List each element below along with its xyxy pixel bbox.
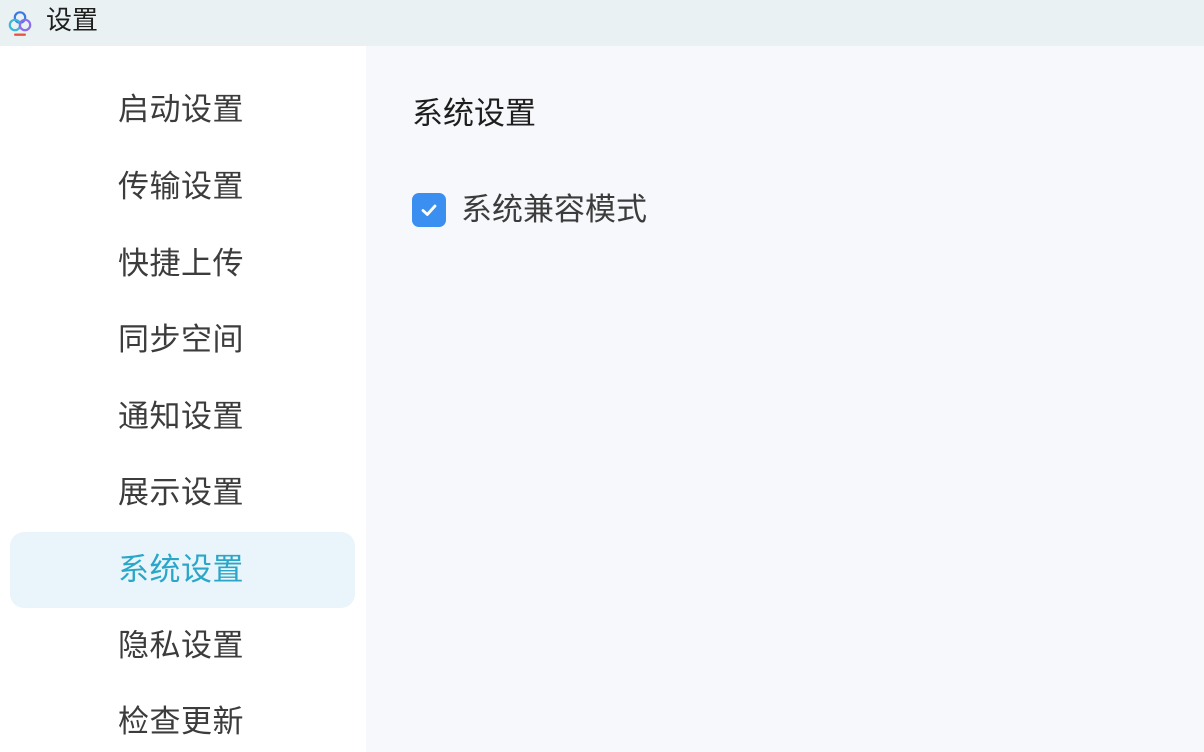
- sidebar-item-startup[interactable]: 启动设置: [10, 72, 355, 148]
- compat-mode-checkbox[interactable]: [412, 193, 446, 227]
- sidebar-item-label: 同步空间: [118, 322, 244, 358]
- sidebar-item-label: 检查更新: [118, 704, 244, 740]
- compat-mode-option[interactable]: 系统兼容模式: [412, 190, 647, 230]
- sidebar-item-label: 隐私设置: [118, 628, 244, 664]
- sidebar-item-notifications[interactable]: 通知设置: [10, 379, 355, 455]
- sidebar-item-label: 系统设置: [118, 552, 244, 588]
- section-title: 系统设置: [412, 96, 536, 132]
- settings-content: 系统设置 系统兼容模式: [366, 46, 1204, 752]
- sidebar-item-label: 快捷上传: [118, 246, 244, 282]
- settings-sidebar: 启动设置 传输设置 快捷上传 同步空间 通知设置 展示设置 系统设置 隐私设置 …: [0, 46, 366, 752]
- window-title: 设置: [46, 6, 99, 36]
- settings-window: 设置 启动设置 传输设置 快捷上传 同步空间 通知设置 展示设置 系统设置 隐私…: [0, 0, 1204, 752]
- sidebar-item-label: 展示设置: [118, 475, 244, 511]
- title-bar: 设置: [0, 0, 1204, 46]
- sidebar-item-label: 启动设置: [118, 92, 244, 128]
- sidebar-item-label: 传输设置: [118, 169, 244, 205]
- sidebar-item-privacy[interactable]: 隐私设置: [10, 608, 355, 684]
- sidebar-item-quick-upload[interactable]: 快捷上传: [10, 226, 355, 302]
- checkmark-icon: [421, 204, 437, 216]
- app-logo-icon: [5, 8, 35, 38]
- sidebar-item-transfer[interactable]: 传输设置: [10, 149, 355, 225]
- sidebar-item-system[interactable]: 系统设置: [10, 532, 355, 608]
- sidebar-item-display[interactable]: 展示设置: [10, 455, 355, 531]
- sidebar-item-sync-space[interactable]: 同步空间: [10, 302, 355, 378]
- compat-mode-label: 系统兼容模式: [461, 192, 647, 228]
- sidebar-item-label: 通知设置: [118, 399, 244, 435]
- sidebar-item-check-update[interactable]: 检查更新: [10, 684, 355, 752]
